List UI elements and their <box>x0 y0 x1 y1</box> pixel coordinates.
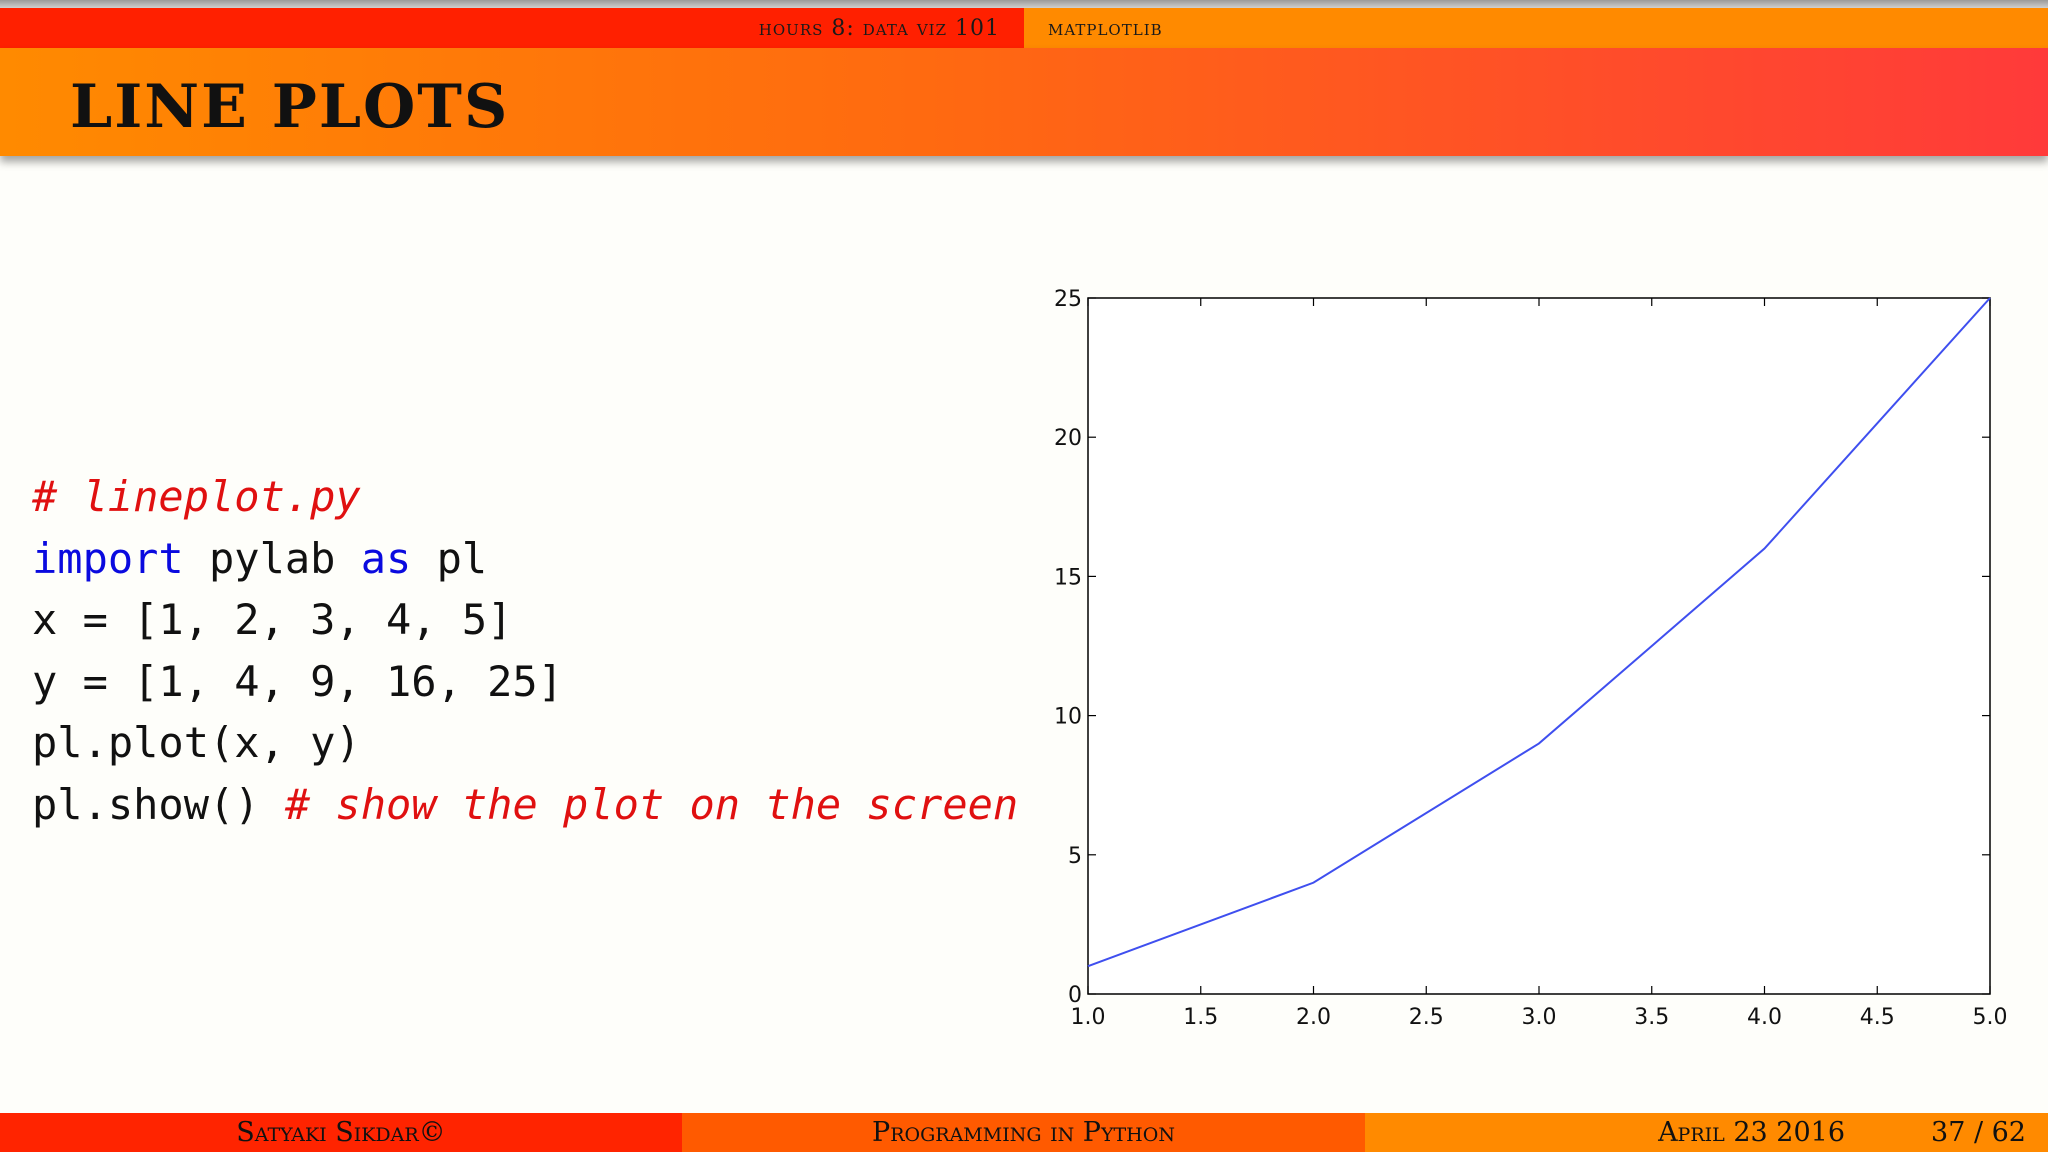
navigation-bar: hours 8: data viz 101 matplotlib <box>0 8 2048 48</box>
code-line: pl.show() # show the plot on the screen <box>32 774 1018 836</box>
code-keyword: as <box>360 533 412 583</box>
code-keyword: import <box>32 533 184 583</box>
x-tick-label: 3.0 <box>1522 1005 1557 1030</box>
top-rule <box>0 0 2048 8</box>
code-text: pl.show() <box>32 779 285 829</box>
line-chart: 1.0 1.5 2.0 2.5 3.0 3.5 4.0 4.5 5.0 0 5 10 15 20 25 <box>1054 287 2008 1030</box>
x-tick-label: 2.0 <box>1296 1005 1331 1030</box>
y-tick-label: 10 <box>1054 705 1082 730</box>
code-comment: # lineplot.py <box>32 472 361 521</box>
frame-title-bar: LINE PLOTS <box>0 48 2048 156</box>
footer-date-box: April 23 2016 37 / 62 <box>1365 1113 2048 1152</box>
y-tick-label: 15 <box>1054 565 1082 590</box>
nav-subsection: matplotlib <box>1024 8 2048 48</box>
page-number: 37 / 62 <box>1931 1117 2026 1148</box>
nav-subsection-link[interactable]: matplotlib <box>1024 16 1163 41</box>
footer-course-box: Programming in Python <box>682 1113 1365 1152</box>
x-tick-label: 1.0 <box>1071 1005 1106 1030</box>
x-tick-label: 2.5 <box>1409 1005 1444 1030</box>
y-tick-label: 20 <box>1054 426 1082 451</box>
frame-title: LINE PLOTS <box>70 72 510 142</box>
y-tick-label: 5 <box>1068 844 1082 869</box>
code-line: pl.plot(x, y) <box>32 718 361 767</box>
x-tick-label: 1.5 <box>1183 1005 1218 1030</box>
x-tick-label: 4.0 <box>1747 1005 1782 1030</box>
code-block: # lineplot.py import pylab as pl x = [1, 2… <box>32 466 1018 835</box>
footer-date: April 23 2016 <box>1658 1117 1846 1148</box>
code-line: y = [1, 4, 9, 16, 25] <box>32 656 564 706</box>
nav-section-link[interactable]: hours 8: data viz 101 <box>759 16 1024 41</box>
code-line: # lineplot.py <box>32 466 1018 528</box>
code-line: import pylab as pl <box>32 528 1018 590</box>
nav-section: hours 8: data viz 101 <box>0 8 1024 48</box>
footer-author-box: Satyaki Sikdar© <box>0 1113 682 1152</box>
footer-bar: Satyaki Sikdar© Programming in Python Ap… <box>0 1113 2048 1152</box>
code-text: pl <box>411 533 488 583</box>
plot-area <box>1087 297 1991 995</box>
y-tick-label: 0 <box>1068 983 1082 1008</box>
code-comment: # show the plot on the screen <box>284 779 1019 829</box>
footer-course: Programming in Python <box>872 1117 1175 1148</box>
y-tick-label: 25 <box>1054 287 1082 312</box>
x-tick-label: 4.5 <box>1860 1005 1895 1030</box>
footer-author: Satyaki Sikdar© <box>236 1117 446 1148</box>
code-text: pylab <box>183 533 361 583</box>
x-tick-label: 3.5 <box>1634 1005 1669 1030</box>
x-tick-label: 5.0 <box>1973 1005 2008 1030</box>
code-line: x = [1, 2, 3, 4, 5] <box>32 595 513 644</box>
